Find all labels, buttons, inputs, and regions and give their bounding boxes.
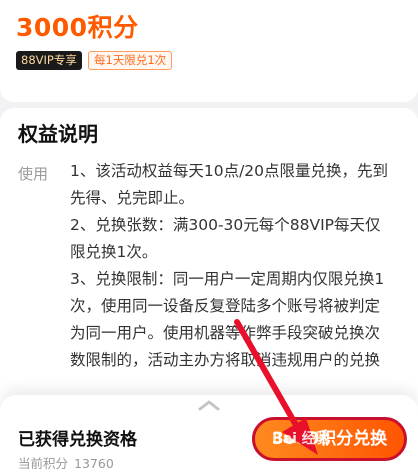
eligibility-status: 已获得兑换资格: [18, 430, 137, 450]
bottom-bar: 已获得兑换资格 当前积分 13760 3000积分兑换: [0, 395, 418, 475]
points-value: 13760: [74, 456, 114, 471]
usage-label: 使用: [18, 165, 49, 183]
rule-line: 数限制的，活动主办方将取消违规用户的兑换: [70, 351, 381, 369]
rule-line: 3、兑换限制：同一用户一定周期内仅限兑换1: [70, 270, 385, 288]
limit-tag: 每1天限兑1次: [88, 51, 173, 70]
header-card: 3000积分 88VIP专享 每1天限兑1次: [0, 0, 418, 102]
rule-line: 2、兑换张数：满300-30元每个88VIP每天仅: [70, 216, 381, 234]
current-points: 当前积分 13760: [18, 453, 114, 472]
rule-line: 先得、兑完即止。: [70, 189, 195, 207]
rule-line: 1、该活动权益每天10点/20点限量兑换，先到: [70, 162, 389, 180]
chevron-up-icon[interactable]: [198, 399, 220, 411]
rule-line: 次，使用同一设备反复登陆多个账号将被判定: [70, 297, 381, 315]
rules-text: 1、该活动权益每天10点/20点限量兑换，先到 先得、兑完即止。 2、兑换张数：…: [70, 158, 414, 374]
rule-line: 限兑换1次。: [70, 243, 158, 261]
redeem-button[interactable]: 3000积分兑换: [252, 417, 407, 461]
vip-tag: 88VIP专享: [16, 51, 82, 70]
points-label: 当前积分: [18, 456, 69, 471]
rights-title: 权益说明: [18, 122, 98, 146]
rule-line: 为同一用户。使用机器等作弊手段突破兑换次: [70, 324, 381, 342]
price-title: 3000积分: [16, 13, 139, 42]
